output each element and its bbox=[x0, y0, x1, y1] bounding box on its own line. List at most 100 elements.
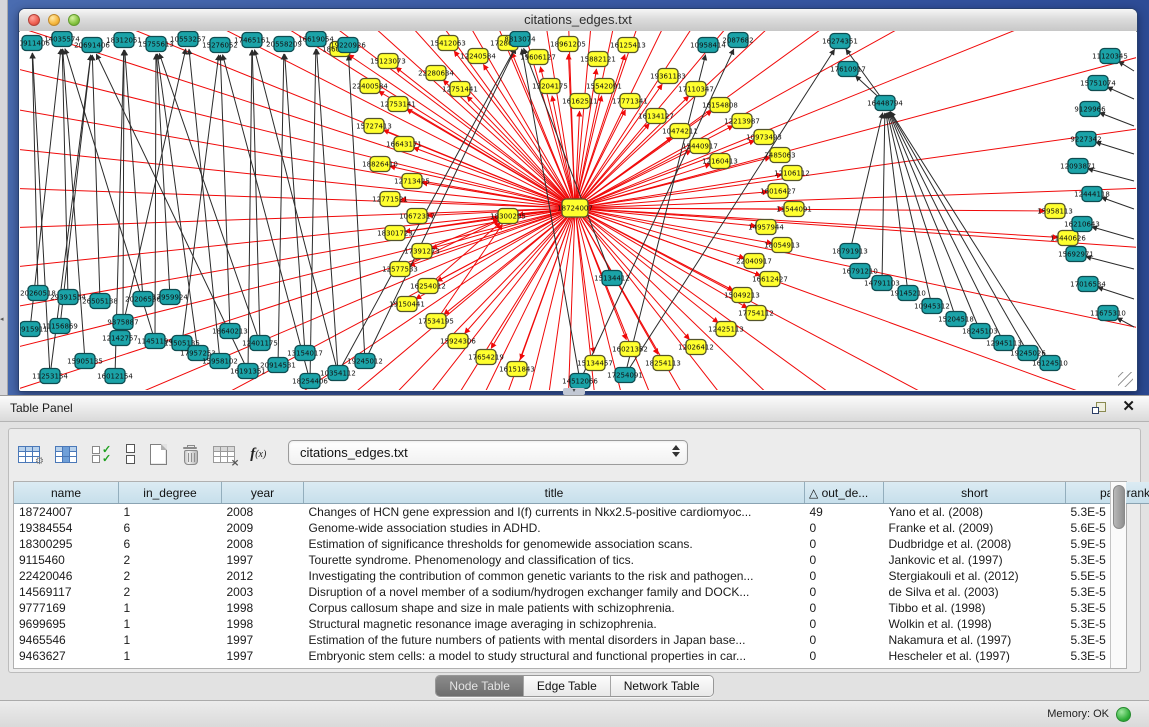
delete-table-button[interactable]: ⨯ bbox=[210, 439, 238, 469]
function-builder-button[interactable]: f(x) bbox=[247, 439, 269, 469]
column-header-title[interactable]: title bbox=[304, 482, 805, 504]
graph-node[interactable]: 12240584 bbox=[460, 49, 496, 64]
graph-node[interactable]: 11253154 bbox=[32, 369, 68, 384]
close-panel-icon[interactable]: ✕ bbox=[1122, 399, 1135, 415]
table-cell[interactable]: 9115460 bbox=[14, 552, 119, 568]
table-cell[interactable]: 18724007 bbox=[14, 504, 119, 521]
graph-node[interactable]: 17465161 bbox=[234, 33, 270, 48]
table-cell[interactable]: de Silva et al. (2003) bbox=[884, 584, 1066, 600]
table-cell[interactable]: 5.3E-5 bbox=[1066, 504, 1149, 521]
table-cell[interactable]: 0 bbox=[805, 536, 884, 552]
table-cell[interactable]: 1 bbox=[119, 504, 222, 521]
graph-node[interactable]: 17534195 bbox=[418, 314, 454, 329]
table-cell[interactable]: 1997 bbox=[222, 648, 304, 664]
table-row[interactable]: 946554611997Estimation of the future num… bbox=[14, 632, 1149, 648]
float-panel-icon[interactable] bbox=[1092, 401, 1107, 415]
graph-node[interactable]: 16643171 bbox=[386, 137, 422, 152]
graph-node[interactable]: 14791103 bbox=[864, 276, 900, 291]
table-row[interactable]: 1938455462009Genome-wide association stu… bbox=[14, 520, 1149, 536]
table-cell[interactable]: 2003 bbox=[222, 584, 304, 600]
graph-node[interactable]: 16125413 bbox=[610, 38, 646, 53]
graph-node[interactable]: 9375887 bbox=[107, 315, 138, 330]
graph-node[interactable]: 22400584 bbox=[352, 79, 388, 94]
table-row[interactable]: 1872400712008Changes of HCN gene express… bbox=[14, 504, 1149, 521]
tab-edge-table[interactable]: Edge Table bbox=[523, 676, 610, 696]
table-cell[interactable]: 9465546 bbox=[14, 632, 119, 648]
graph-node[interactable]: 16619054 bbox=[298, 32, 334, 47]
graph-node[interactable]: 18724007 bbox=[557, 199, 593, 217]
graph-node[interactable]: 14957944 bbox=[748, 220, 784, 235]
graph-node[interactable]: 9227342 bbox=[1070, 132, 1101, 147]
graph-node[interactable]: 12444118 bbox=[1074, 187, 1110, 202]
graph-node[interactable]: 12577533 bbox=[382, 262, 418, 277]
table-row[interactable]: 969969511998Structural magnetic resonanc… bbox=[14, 616, 1149, 632]
column-header-short[interactable]: short bbox=[884, 482, 1066, 504]
table-cell[interactable]: Genome-wide association studies in ADHD. bbox=[304, 520, 805, 536]
graph-node[interactable]: 9129966 bbox=[1074, 102, 1106, 117]
graph-node[interactable]: 17016534 bbox=[1070, 277, 1106, 292]
tab-network-table[interactable]: Network Table bbox=[610, 676, 713, 696]
new-table-button[interactable] bbox=[147, 439, 170, 469]
graph-node[interactable]: 18791913 bbox=[832, 244, 868, 259]
graph-node[interactable]: 15412063 bbox=[430, 36, 466, 51]
graph-node[interactable]: 16254012 bbox=[410, 279, 446, 294]
graph-node[interactable]: 18054913 bbox=[764, 238, 800, 253]
table-cell[interactable]: 0 bbox=[805, 600, 884, 616]
graph-node[interactable]: 15692971 bbox=[1058, 247, 1094, 262]
graph-node[interactable]: 12106112 bbox=[774, 166, 810, 181]
delete-column-button[interactable] bbox=[179, 439, 201, 469]
graph-node[interactable]: 17654219 bbox=[468, 350, 504, 365]
table-cell[interactable]: 5.6E-5 bbox=[1066, 520, 1149, 536]
table-cell[interactable]: Estimation of significance thresholds fo… bbox=[304, 536, 805, 552]
table-cell[interactable]: 5.5E-5 bbox=[1066, 568, 1149, 584]
graph-node[interactable]: 15123073 bbox=[370, 54, 406, 69]
table-cell[interactable]: 18300295 bbox=[14, 536, 119, 552]
graph-node[interactable]: 12945113 bbox=[986, 336, 1022, 351]
table-cell[interactable]: Stergiakouli et al. (2012) bbox=[884, 568, 1066, 584]
graph-node[interactable]: 17754112 bbox=[738, 306, 774, 321]
column-header-name[interactable]: name bbox=[14, 482, 119, 504]
table-cell[interactable]: 1997 bbox=[222, 632, 304, 648]
graph-node[interactable]: 16274351 bbox=[822, 34, 858, 49]
graph-node[interactable]: 15882121 bbox=[580, 52, 616, 67]
table-cell[interactable]: 5.9E-5 bbox=[1066, 536, 1149, 552]
network-window-titlebar[interactable]: citations_edges.txt bbox=[19, 9, 1137, 32]
row-selection-button[interactable]: ✓ ✓ bbox=[89, 439, 114, 469]
graph-node[interactable]: 22040917 bbox=[736, 254, 772, 269]
column-header-out_de[interactable]: △ out_de... bbox=[805, 482, 884, 504]
graph-node[interactable]: 16151843 bbox=[499, 362, 535, 377]
graph-node[interactable]: 19245012 bbox=[347, 354, 383, 369]
graph-node[interactable]: 15204518 bbox=[938, 312, 974, 327]
graph-node[interactable]: 11544091 bbox=[776, 202, 812, 217]
table-cell[interactable]: Nakamura et al. (1997) bbox=[884, 632, 1066, 648]
table-cell[interactable]: 1 bbox=[119, 632, 222, 648]
network-canvas[interactable]: 1872400715123073224005841275314115727413… bbox=[20, 31, 1136, 390]
table-cell[interactable]: 2008 bbox=[222, 536, 304, 552]
graph-node[interactable]: 17771341 bbox=[612, 94, 648, 109]
graph-node[interactable]: 15440917 bbox=[682, 139, 718, 154]
graph-node[interactable]: 15958113 bbox=[1037, 204, 1073, 219]
new-column-button[interactable] bbox=[123, 439, 138, 469]
graph-node[interactable]: 12142757 bbox=[102, 331, 138, 346]
graph-node[interactable]: 26505138 bbox=[82, 294, 118, 309]
table-cell[interactable]: Tourette syndrome. Phenomenology and cla… bbox=[304, 552, 805, 568]
table-cell[interactable]: 1997 bbox=[222, 552, 304, 568]
table-cell[interactable]: Embryonic stem cells: a model to study s… bbox=[304, 648, 805, 664]
graph-node[interactable]: 12213987 bbox=[724, 114, 760, 129]
table-cell[interactable]: Hescheler et al. (1997) bbox=[884, 648, 1066, 664]
table-mode-button[interactable]: ⚙ bbox=[15, 439, 43, 469]
tab-node-table[interactable]: Node Table bbox=[436, 676, 523, 696]
table-cell[interactable]: 5.3E-5 bbox=[1066, 648, 1149, 664]
graph-node[interactable]: 16021352 bbox=[612, 342, 648, 357]
table-cell[interactable]: 6 bbox=[119, 536, 222, 552]
table-cell[interactable]: 1 bbox=[119, 648, 222, 664]
graph-node[interactable]: 12093871 bbox=[1060, 159, 1096, 174]
graph-node[interactable]: 18254113 bbox=[645, 356, 681, 371]
table-cell[interactable]: 9463627 bbox=[14, 648, 119, 664]
graph-node[interactable]: 10973493 bbox=[746, 130, 782, 145]
table-scrollbar[interactable] bbox=[1110, 482, 1126, 668]
graph-node[interactable]: 15134412 bbox=[594, 271, 630, 286]
table-cell[interactable]: Corpus callosum shape and size in male p… bbox=[304, 600, 805, 616]
graph-node[interactable]: 16012154 bbox=[97, 369, 133, 384]
graph-node[interactable]: 12026412 bbox=[678, 340, 714, 355]
